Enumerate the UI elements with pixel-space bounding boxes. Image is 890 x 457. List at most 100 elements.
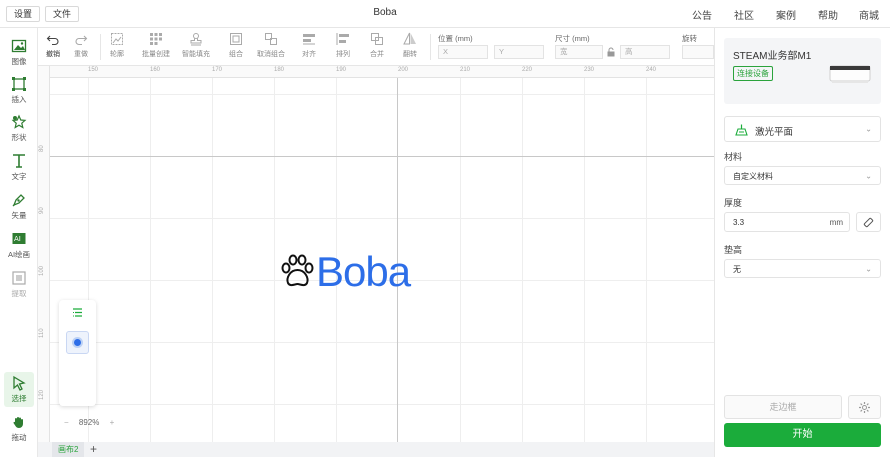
- grid-line: [274, 78, 275, 442]
- rotate-input[interactable]: [682, 45, 714, 59]
- design-canvas[interactable]: 150 160 170 180 190 200 210 220 230 240 …: [38, 66, 714, 442]
- size-width-input[interactable]: 宽: [555, 45, 603, 59]
- device-card[interactable]: STEAM业务部M1 连接设备: [724, 38, 881, 104]
- ruler-tool-icon: [863, 217, 874, 228]
- outline-button[interactable]: 轮廓: [110, 32, 124, 59]
- document-title: Boba: [373, 7, 397, 18]
- undo-label: 撤销: [46, 51, 60, 58]
- ruler-tick: 210: [460, 67, 471, 73]
- grid-line: [50, 342, 714, 343]
- merge-label: 合并: [370, 51, 384, 58]
- batch-create-button[interactable]: 批量创建: [142, 32, 170, 59]
- frame-preview-button[interactable]: 走边框: [724, 395, 842, 419]
- tool-shape-label: 形状: [11, 133, 27, 142]
- settings-menu-button[interactable]: 设置: [6, 6, 41, 22]
- tool-hand[interactable]: 拖动: [0, 414, 38, 443]
- tool-vector[interactable]: 矢量: [0, 192, 38, 221]
- grid-line: [584, 78, 585, 442]
- align-label: 对齐: [302, 51, 316, 58]
- add-canvas-button[interactable]: +: [90, 442, 97, 456]
- nav-help-link[interactable]: 帮助: [818, 7, 838, 22]
- material-value: 自定义材料: [733, 172, 773, 181]
- image-icon: [11, 39, 27, 53]
- ruler-tick: 160: [150, 67, 161, 73]
- nav-cases-link[interactable]: 案例: [776, 7, 796, 22]
- tool-insert-label: 插入: [11, 95, 27, 104]
- ruler-tick: 120: [39, 389, 45, 400]
- merge-icon: [371, 33, 383, 45]
- laser-device-image: [829, 65, 871, 83]
- size-height-input[interactable]: 高: [620, 45, 670, 59]
- zoom-in-button[interactable]: +: [110, 418, 115, 427]
- layer-thumbnail[interactable]: [66, 331, 89, 354]
- material-select[interactable]: 自定义材料 ⌄: [724, 166, 881, 185]
- tool-image[interactable]: 图像: [0, 38, 38, 67]
- zoom-out-button[interactable]: −: [64, 418, 69, 427]
- chevron-down-icon: ⌄: [865, 171, 872, 180]
- undo-button[interactable]: 撤销: [46, 32, 60, 59]
- merge-button[interactable]: 合并: [370, 32, 384, 59]
- arrange-button[interactable]: 排列: [336, 32, 350, 59]
- riser-value: 无: [733, 265, 741, 274]
- redo-button[interactable]: 重做: [74, 32, 88, 59]
- ungroup-label: 取消组合: [257, 51, 285, 58]
- measure-thickness-button[interactable]: [856, 212, 881, 232]
- svg-text:AI: AI: [14, 235, 21, 243]
- thickness-input[interactable]: 3.3 mm: [724, 212, 850, 232]
- tool-select[interactable]: 选择: [4, 372, 34, 407]
- ruler-tick: 100: [39, 265, 45, 276]
- laser-plane-icon: [735, 124, 748, 136]
- tool-ai-paint-label: AI绘画: [7, 250, 31, 259]
- ruler-tick: 150: [88, 67, 99, 73]
- canvas-tab-bar: 画布2 +: [38, 442, 714, 457]
- grid-line: [50, 94, 714, 95]
- position-y-input[interactable]: Y: [494, 45, 544, 59]
- start-button[interactable]: 开始: [724, 423, 881, 447]
- canvas-object-boba[interactable]: Boba: [278, 248, 411, 296]
- position-x-input[interactable]: X: [438, 45, 488, 59]
- tool-ai-paint[interactable]: AI AI绘画: [0, 231, 38, 260]
- device-name: STEAM业务部M1: [733, 51, 812, 62]
- extract-icon: [12, 271, 26, 285]
- align-icon: [303, 34, 315, 45]
- paw-icon: [281, 254, 314, 287]
- tool-extract[interactable]: 提取: [0, 270, 38, 299]
- tool-image-label: 图像: [11, 57, 27, 66]
- riser-select[interactable]: 无 ⌄: [724, 259, 881, 278]
- tool-text-label: 文字: [11, 172, 27, 181]
- tool-insert[interactable]: 插入: [0, 76, 38, 105]
- shape-icon: [11, 114, 27, 129]
- advanced-settings-button[interactable]: [848, 395, 881, 419]
- flip-button[interactable]: 翻转: [403, 32, 417, 59]
- ruler-tick: 220: [522, 67, 533, 73]
- ruler-tick: 230: [584, 67, 595, 73]
- stamp-icon: [190, 33, 202, 46]
- layer-list-icon[interactable]: [72, 307, 83, 318]
- smart-fill-button[interactable]: 智能填充: [182, 32, 210, 59]
- work-area-center-line: [50, 156, 714, 157]
- ruler-tick: 80: [39, 145, 45, 152]
- group-button[interactable]: 组合: [229, 32, 243, 59]
- boba-text: Boba: [316, 248, 411, 295]
- nav-store-link[interactable]: 商城: [859, 7, 879, 22]
- ruler-tick: 90: [39, 207, 45, 214]
- lock-icon[interactable]: [606, 47, 616, 57]
- nav-community-link[interactable]: 社区: [734, 7, 754, 22]
- tab-canvas-2[interactable]: 画布2: [52, 442, 85, 457]
- align-button[interactable]: 对齐: [302, 32, 316, 59]
- size-label: 尺寸 (mm): [555, 34, 590, 43]
- file-menu-button[interactable]: 文件: [45, 6, 80, 22]
- nav-announcement-link[interactable]: 公告: [692, 7, 712, 22]
- ungroup-button[interactable]: 取消组合: [257, 32, 285, 59]
- top-bar: 设置 文件 Boba 公告 社区 案例 帮助 商城: [0, 0, 890, 28]
- tool-extract-label: 提取: [11, 289, 27, 298]
- gear-icon: [859, 402, 870, 413]
- hand-icon: [13, 417, 23, 429]
- tool-shape[interactable]: 形状: [0, 114, 38, 143]
- tool-text[interactable]: 文字: [0, 153, 38, 182]
- process-mode-select[interactable]: 激光平面 ⌄: [724, 116, 881, 142]
- connect-device-button[interactable]: 连接设备: [733, 66, 773, 81]
- horizontal-ruler: 150 160 170 180 190 200 210 220 230 240: [50, 66, 714, 78]
- thickness-label: 厚度: [724, 198, 743, 208]
- tool-vector-label: 矢量: [11, 211, 27, 220]
